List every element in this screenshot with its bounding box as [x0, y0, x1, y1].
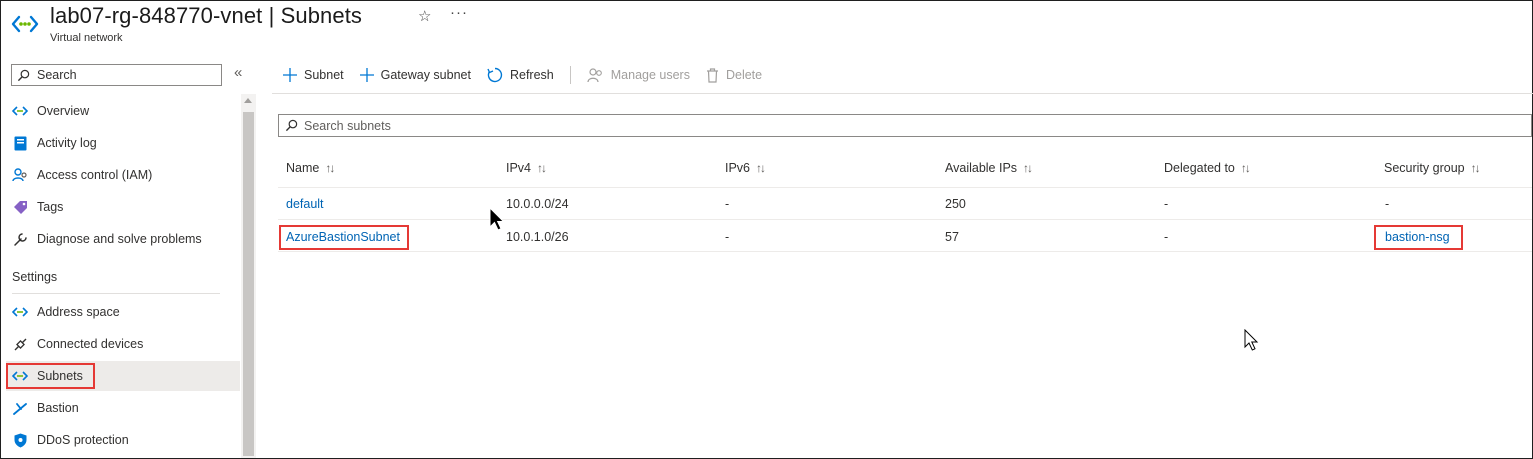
sidebar-item-address-space[interactable]: Address space — [6, 297, 240, 327]
sidebar-search-input[interactable]: Search — [11, 64, 222, 86]
connected-devices-icon — [12, 336, 28, 352]
wrench-icon — [12, 231, 28, 247]
iam-icon — [12, 167, 28, 183]
sidebar-item-diagnose[interactable]: Diagnose and solve problems — [6, 224, 240, 254]
highlight-box-bastion-nsg — [1374, 225, 1463, 250]
sidebar-item-bastion[interactable]: Bastion — [6, 393, 240, 423]
collapse-sidebar-icon[interactable]: « — [234, 64, 242, 81]
sidebar-section-settings: Settings — [12, 270, 58, 284]
sidebar-item-ddos[interactable]: DDoS protection — [6, 425, 240, 455]
highlight-box-subnets — [6, 363, 95, 389]
sort-icon[interactable]: ↑↓ — [325, 161, 335, 175]
mouse-cursor-icon — [489, 207, 505, 231]
sidebar-item-activity-log[interactable]: Activity log — [6, 128, 240, 158]
address-space-icon — [12, 304, 28, 320]
cell-ipv4: 10.0.1.0/26 — [506, 230, 569, 244]
users-icon — [587, 67, 602, 82]
page-title: lab07-rg-848770-vnet | Subnets — [50, 3, 363, 28]
subnet-search-placeholder: Search subnets — [304, 118, 391, 133]
more-icon[interactable]: ··· — [450, 4, 468, 21]
column-header-delegated-to[interactable]: Delegated to ↑↓ — [1164, 161, 1251, 175]
refresh-icon — [487, 67, 503, 83]
plus-icon — [283, 68, 297, 82]
sort-icon[interactable]: ↑↓ — [1241, 161, 1251, 175]
trash-icon — [706, 67, 718, 83]
page-subtitle: Virtual network — [50, 32, 123, 44]
column-header-security-group[interactable]: Security group ↑↓ — [1384, 161, 1481, 175]
shield-icon — [12, 432, 28, 448]
add-gateway-subnet-button[interactable]: Gateway subnet — [359, 68, 471, 82]
table-row-divider — [278, 219, 1532, 220]
cell-ipv6: - — [725, 197, 730, 211]
bastion-icon — [12, 400, 28, 416]
sidebar-divider — [12, 293, 220, 294]
table-header-divider — [278, 187, 1532, 188]
sort-icon[interactable]: ↑↓ — [1471, 161, 1481, 175]
column-header-name[interactable]: Name ↑↓ — [286, 161, 335, 175]
tag-icon — [12, 199, 28, 215]
scroll-up-arrow-icon[interactable] — [244, 98, 252, 103]
plus-icon — [359, 68, 374, 82]
search-icon — [285, 119, 298, 132]
vnet-icon — [11, 15, 39, 33]
highlight-box-azurebastionsubnet — [279, 225, 409, 250]
overview-icon — [12, 103, 28, 119]
cell-delegated-to: - — [1164, 197, 1169, 211]
sidebar-item-connected-devices[interactable]: Connected devices — [6, 329, 240, 359]
manage-users-button[interactable]: Manage users — [587, 67, 690, 83]
sidebar-scrollbar-thumb[interactable] — [243, 112, 254, 456]
refresh-button[interactable]: Refresh — [487, 67, 554, 83]
sidebar-item-iam[interactable]: Access control (IAM) — [6, 160, 240, 190]
toolbar-divider — [272, 93, 1533, 94]
search-icon — [17, 69, 30, 81]
mouse-cursor-icon — [1244, 329, 1259, 351]
column-header-available-ips[interactable]: Available IPs ↑↓ — [945, 161, 1033, 175]
cell-delegated-to: - — [1164, 230, 1169, 244]
cell-available-ips: 250 — [945, 197, 966, 211]
activity-log-icon — [12, 135, 28, 151]
sort-icon[interactable]: ↑↓ — [537, 161, 547, 175]
star-icon[interactable]: ☆ — [418, 7, 431, 25]
table-row-divider — [278, 251, 1532, 252]
cell-security-group: - — [1385, 197, 1390, 211]
cell-ipv4: 10.0.0.0/24 — [506, 197, 569, 211]
add-subnet-button[interactable]: Subnet — [283, 68, 344, 82]
column-header-ipv6[interactable]: IPv6 ↑↓ — [725, 161, 766, 175]
sidebar-item-tags[interactable]: Tags — [6, 192, 240, 222]
sort-icon[interactable]: ↑↓ — [756, 161, 766, 175]
delete-button[interactable]: Delete — [706, 67, 762, 83]
sort-icon[interactable]: ↑↓ — [1023, 161, 1033, 175]
column-header-ipv4[interactable]: IPv4 ↑↓ — [506, 161, 547, 175]
sidebar-search-placeholder: Search — [37, 68, 77, 82]
subnet-search-input[interactable]: Search subnets — [278, 114, 1532, 137]
sidebar-item-overview[interactable]: Overview — [6, 96, 240, 126]
command-bar: Subnet Gateway subnet Refresh Manage use… — [283, 63, 778, 87]
cell-ipv6: - — [725, 230, 730, 244]
toolbar-separator — [569, 66, 571, 84]
subnet-name-link[interactable]: default — [286, 197, 324, 211]
cell-available-ips: 57 — [945, 230, 959, 244]
